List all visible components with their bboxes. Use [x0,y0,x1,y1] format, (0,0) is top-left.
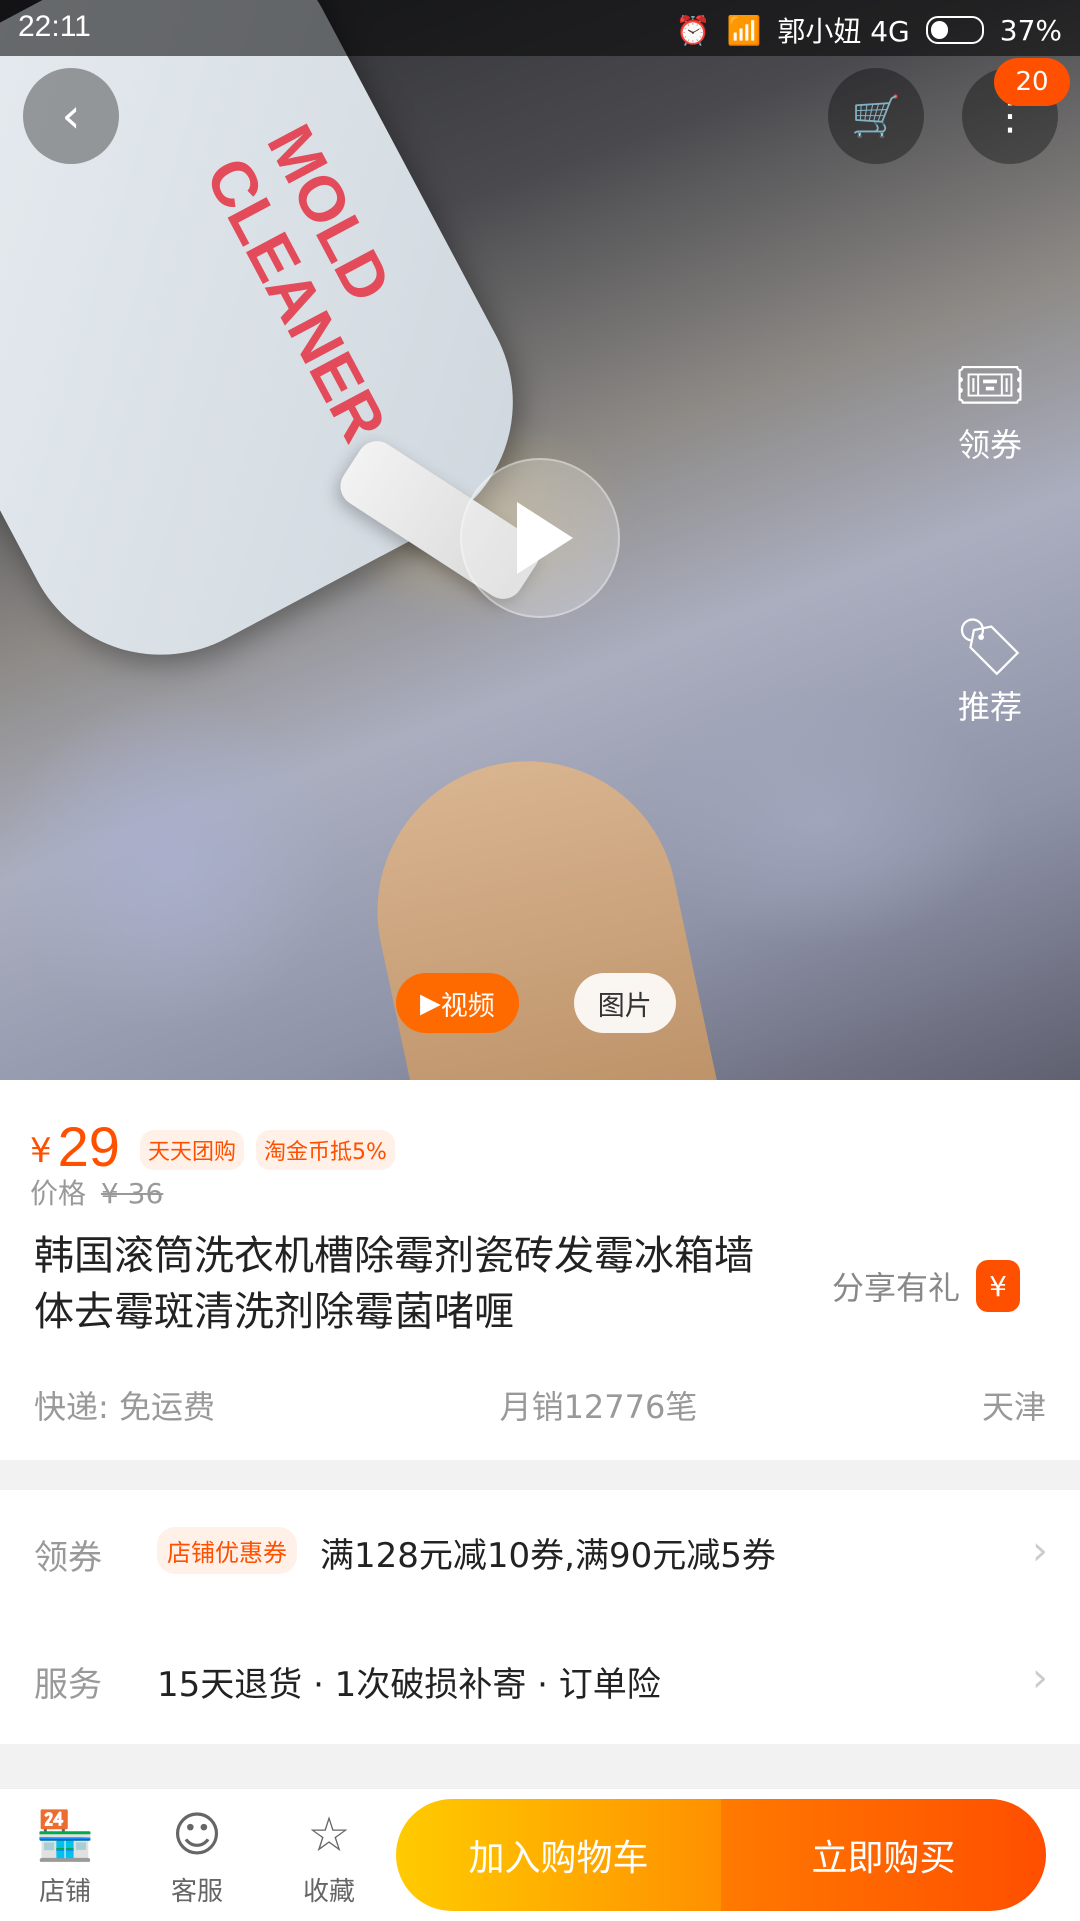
status-right: ⏰ 📶 郭小妞 4G 37% [676,10,1062,50]
tab-video-label: 视频 [440,990,495,1022]
customer-service-label: 客服 [170,1877,223,1907]
tab-images-label: 图片 [597,990,652,1022]
alarm-icon: ⏰ [675,13,711,47]
product-media[interactable]: MOLD CLEANER 🎟 领券 🏷 推荐 ▶ 视频 图片 [0,0,1080,1080]
chevron-right-icon: › [1032,1655,1048,1701]
store-label: 店铺 [38,1877,91,1907]
product-info: ¥ 29 天天团购 淘金币抵5% 价格 ¥ 36 韩国滚筒洗衣机槽除霉剂瓷砖发霉… [0,1080,1080,1460]
price-row: ¥ 29 [30,1114,120,1179]
monthly-sales: 月销12776笔 [499,1388,698,1426]
coupon-row[interactable]: 领券 店铺优惠券 满128元减10券,满90元减5券 › [0,1490,1080,1617]
service-text: 15天退货 · 1次破损补寄 · 订单险 [157,1665,661,1705]
play-icon [517,502,573,574]
media-tabs: ▶ 视频 图片 [396,973,676,1033]
promo-tag: 天天团购 [140,1130,245,1170]
location: 天津 [981,1388,1046,1426]
money-bag-icon: ¥ [976,1260,1021,1312]
tag-icon: 🏷 [954,615,1026,680]
add-to-cart-button[interactable]: 加入购物车 [396,1799,721,1911]
store-button[interactable]: 🏪 店铺 [5,1807,125,1908]
original-price-value: ¥ 36 [100,1177,164,1210]
signal-icon: 📶 [726,13,762,47]
customer-service-button[interactable]: ☺ 客服 [137,1807,257,1908]
purchase-actions: 加入购物车 立即购买 [396,1799,1046,1911]
original-price: 价格 ¥ 36 [30,1172,163,1212]
shipping-sales-location: 快递: 免运费 月销12776笔 天津 [34,1382,1046,1428]
recommend-action-label: 推荐 [957,688,1022,726]
service-label: 服务 [34,1665,102,1705]
share-label: 分享有礼 [832,1269,961,1307]
recommend-action[interactable]: 🏷 推荐 [930,612,1050,728]
status-bar: 22:11 ⏰ 📶 郭小妞 4G 37% [0,0,1080,56]
cart-icon: 🛒 [851,93,901,140]
bottom-action-bar: 🏪 店铺 ☺ 客服 ☆ 收藏 加入购物车 立即购买 [0,1788,1080,1921]
customer-service-icon: ☺ [171,1807,223,1863]
coupon-label: 领券 [34,1538,102,1578]
battery-fill [930,21,948,39]
carrier-label: 郭小妞 4G [777,15,910,48]
chevron-right-icon: › [1032,1528,1048,1574]
promo-tags: 天天团购 淘金币抵5% [140,1130,395,1170]
chevron-left-icon: ‹ [61,88,81,144]
share-gift-button[interactable]: 分享有礼 ¥ [832,1260,1021,1312]
battery-icon [925,16,984,44]
currency-symbol: ¥ [30,1131,52,1171]
status-time: 22:11 [18,10,91,43]
cart-button[interactable]: 🛒 [828,68,924,164]
play-icon: ▶ [420,987,441,1019]
store-icon: 🏪 [35,1808,95,1864]
shop-coupon-tag: 店铺优惠券 [157,1527,297,1574]
notification-badge: 20 [994,58,1070,106]
coupon-text: 满128元减10券,满90元减5券 [320,1536,776,1576]
promo-tag: 淘金币抵5% [256,1130,395,1170]
play-button[interactable] [460,458,620,618]
battery-percent: 37% [999,13,1062,47]
star-icon: ☆ [307,1807,351,1863]
more-button[interactable]: ⋮ 20 [962,58,1070,164]
original-price-label: 价格 [30,1177,87,1210]
ticket-icon: 🎟 [954,353,1026,418]
product-title: 韩国滚筒洗衣机槽除霉剂瓷砖发霉冰箱墙体去霉斑清洗剂除霉菌啫喱 [34,1233,754,1335]
back-button[interactable]: ‹ [23,68,119,164]
favorite-label: 收藏 [302,1877,355,1907]
coupon-action[interactable]: 🎟 领券 [930,350,1050,466]
tab-images[interactable]: 图片 [573,973,676,1033]
favorite-button[interactable]: ☆ 收藏 [269,1807,389,1908]
tab-video[interactable]: ▶ 视频 [396,973,519,1033]
shipping-info: 快递: 免运费 [34,1388,215,1426]
coupon-action-label: 领券 [957,426,1022,464]
buy-now-button[interactable]: 立即购买 [721,1799,1046,1911]
service-row[interactable]: 服务 15天退货 · 1次破损补寄 · 订单险 › [0,1617,1080,1744]
current-price: 29 [57,1115,120,1178]
